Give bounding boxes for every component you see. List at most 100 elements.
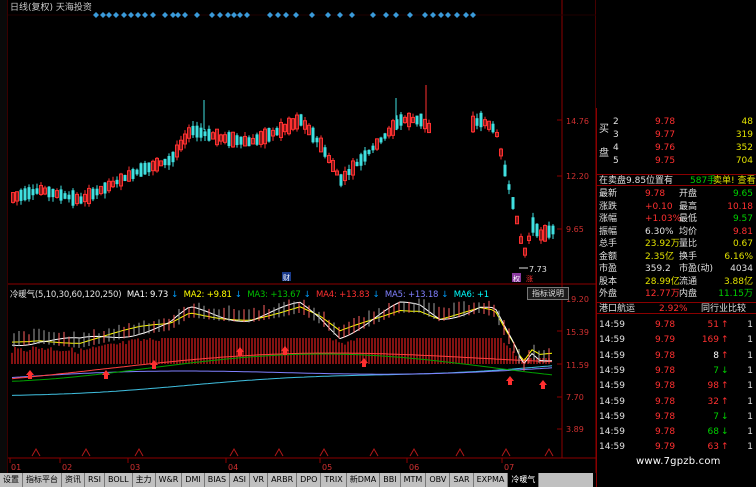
arrow-down-icon: ↓ — [721, 411, 729, 422]
quote-value: 0.67 — [732, 239, 753, 249]
indicator-tab[interactable]: 指标平台 — [23, 473, 62, 487]
signal-diamond-icon — [150, 12, 156, 18]
trade-price: 9.78 — [655, 396, 676, 407]
trade-volume: 98 — [707, 381, 719, 392]
period-marker-icon — [31, 447, 41, 457]
indicator-tab[interactable]: BBI — [380, 473, 401, 487]
indicator-tab[interactable]: W&R — [156, 473, 183, 487]
trade-count: 1 — [747, 442, 753, 453]
quote-row: 最新 9.78 开盘 9.65 — [597, 188, 756, 200]
signal-diamond-icon — [349, 12, 355, 18]
quote-value: 23.92万 — [645, 239, 680, 249]
order-volume: 352 — [735, 143, 753, 153]
indicator-name[interactable]: 冷暖气(5,10,30,60,120,250) — [10, 290, 122, 300]
quote-label: 量比 — [679, 239, 698, 249]
orderbook-row: 5 9.75 704 — [597, 155, 756, 167]
indicator-tab[interactable]: 新DMA — [347, 473, 381, 487]
order-price: 9.76 — [655, 143, 676, 153]
quote-row: 外盘 12.77万 内盘 11.15万 — [597, 288, 756, 300]
quote-label: 最新 — [599, 189, 618, 199]
peer-compare-link[interactable]: 同行业比较 — [701, 303, 746, 315]
quote-value: 2.35亿 — [645, 251, 675, 262]
quote-label: 涨跌 — [599, 201, 618, 212]
signal-diamond-icon — [422, 12, 428, 18]
quote-row: 市盈 359.2 市盈(动) 4034 — [597, 263, 756, 275]
trade-volume: 51 — [707, 320, 719, 330]
month-label: 07 — [504, 463, 514, 472]
rights-marker[interactable]: 权 — [513, 274, 520, 283]
sell-alert-link[interactable]: 卖单! 查看详细 — [713, 175, 756, 187]
indicator-tab[interactable]: OBV — [426, 473, 451, 487]
arrow-up-icon: ↑ — [721, 350, 729, 361]
indicator-tab[interactable]: VR — [250, 473, 269, 487]
low-price-marker: 7.73 — [529, 265, 547, 274]
signal-diamond-icon — [209, 12, 215, 18]
month-label: 06 — [409, 463, 419, 472]
period-marker-icon — [455, 447, 465, 457]
indicator-tab[interactable]: 资讯 — [62, 473, 85, 487]
signal-diamond-icon — [337, 12, 343, 18]
indicator-tab[interactable]: ARBR — [268, 473, 298, 487]
indicator-tab[interactable]: BOLL — [105, 473, 133, 487]
indicator-tab[interactable]: 主力 — [133, 473, 156, 487]
indicator-tick: 11.59 — [566, 361, 589, 370]
signal-diamond-icon — [325, 12, 331, 18]
quote-value: 4034 — [730, 264, 753, 274]
signal-diamond-icon — [182, 12, 188, 18]
indicator-tab[interactable]: MTM — [401, 473, 427, 487]
quote-label: 股本 — [599, 276, 618, 287]
indicator-help-button[interactable]: 指标说明 — [527, 287, 569, 300]
quote-value: 9.78 — [645, 189, 666, 199]
order-level: 3 — [613, 130, 619, 140]
price-tick: 14.76 — [566, 117, 589, 126]
signal-diamond-icon — [231, 12, 237, 18]
indicator-tab[interactable]: EXPMA — [474, 473, 509, 487]
ma1-value: MA1: 9.73 — [126, 290, 169, 300]
indicator-tab[interactable]: DMI — [182, 473, 205, 487]
quote-label: 最低 — [679, 214, 698, 224]
signal-diamond-icon — [135, 12, 141, 18]
indicator-tab[interactable]: SAR — [450, 473, 474, 487]
indicator-tab[interactable]: RSI — [85, 473, 105, 487]
sell-alert-row[interactable]: 在卖盘9.85位置有 587手 卖单! 查看详细 — [597, 174, 756, 186]
indicator-tab[interactable]: ASI — [230, 473, 251, 487]
limit-marker[interactable]: 涨 — [526, 274, 533, 283]
quote-label: 金额 — [599, 251, 618, 262]
signal-diamond-icon — [121, 12, 127, 18]
indicator-tab[interactable]: DPO — [297, 473, 322, 487]
indicator-tab[interactable]: 冷暖气 — [508, 473, 540, 487]
quote-value: 9.57 — [732, 214, 753, 224]
period-marker-icon — [134, 447, 144, 457]
quote-label: 均价 — [679, 226, 698, 237]
indicator-tick: 3.89 — [566, 425, 584, 434]
quote-value: 6.16% — [724, 251, 753, 262]
trade-volume: 169 — [701, 335, 719, 346]
signal-diamond-icon — [454, 12, 460, 18]
arrow-up-icon: ↑ — [721, 442, 729, 453]
site-watermark: www.7gpzb.com — [636, 456, 721, 467]
quote-value: 6.30% — [645, 226, 674, 237]
orderbook-row: 4 9.76 352 — [597, 142, 756, 154]
quote-label: 流通 — [679, 276, 698, 287]
quote-row: 振幅 6.30% 均价 9.81 — [597, 226, 756, 238]
indicator-tab[interactable]: TRIX — [321, 473, 347, 487]
arrow-up-icon: ↑ — [721, 320, 729, 330]
kline-chart[interactable]: 14.76 12.20 9.65 19.20 15.39 11.59 7.70 … — [0, 0, 596, 473]
signal-diamond-icon — [393, 12, 399, 18]
quote-label: 振幅 — [599, 226, 618, 237]
finance-marker[interactable]: 财 — [283, 273, 290, 282]
month-label: 03 — [130, 463, 140, 472]
signal-diamond-icon — [106, 12, 112, 18]
month-label: 04 — [228, 463, 238, 472]
trade-row: 14:59 9.78 8 ↑ 1 — [597, 349, 756, 364]
indicator-tab[interactable]: 设置 — [0, 473, 23, 487]
trade-volume: 8 — [713, 350, 719, 361]
signal-diamond-icon — [470, 12, 476, 18]
quote-label: 市盈 — [599, 264, 618, 274]
chart-grid — [8, 0, 596, 473]
sector-row[interactable]: 港口航运 2.92% 同行业比较 — [597, 302, 756, 314]
signal-diamond-icon — [438, 12, 444, 18]
indicator-tab[interactable]: BIAS — [205, 473, 231, 487]
trade-row: 14:59 9.78 68 ↓ 1 — [597, 425, 756, 440]
trade-time: 14:59 — [599, 335, 625, 346]
